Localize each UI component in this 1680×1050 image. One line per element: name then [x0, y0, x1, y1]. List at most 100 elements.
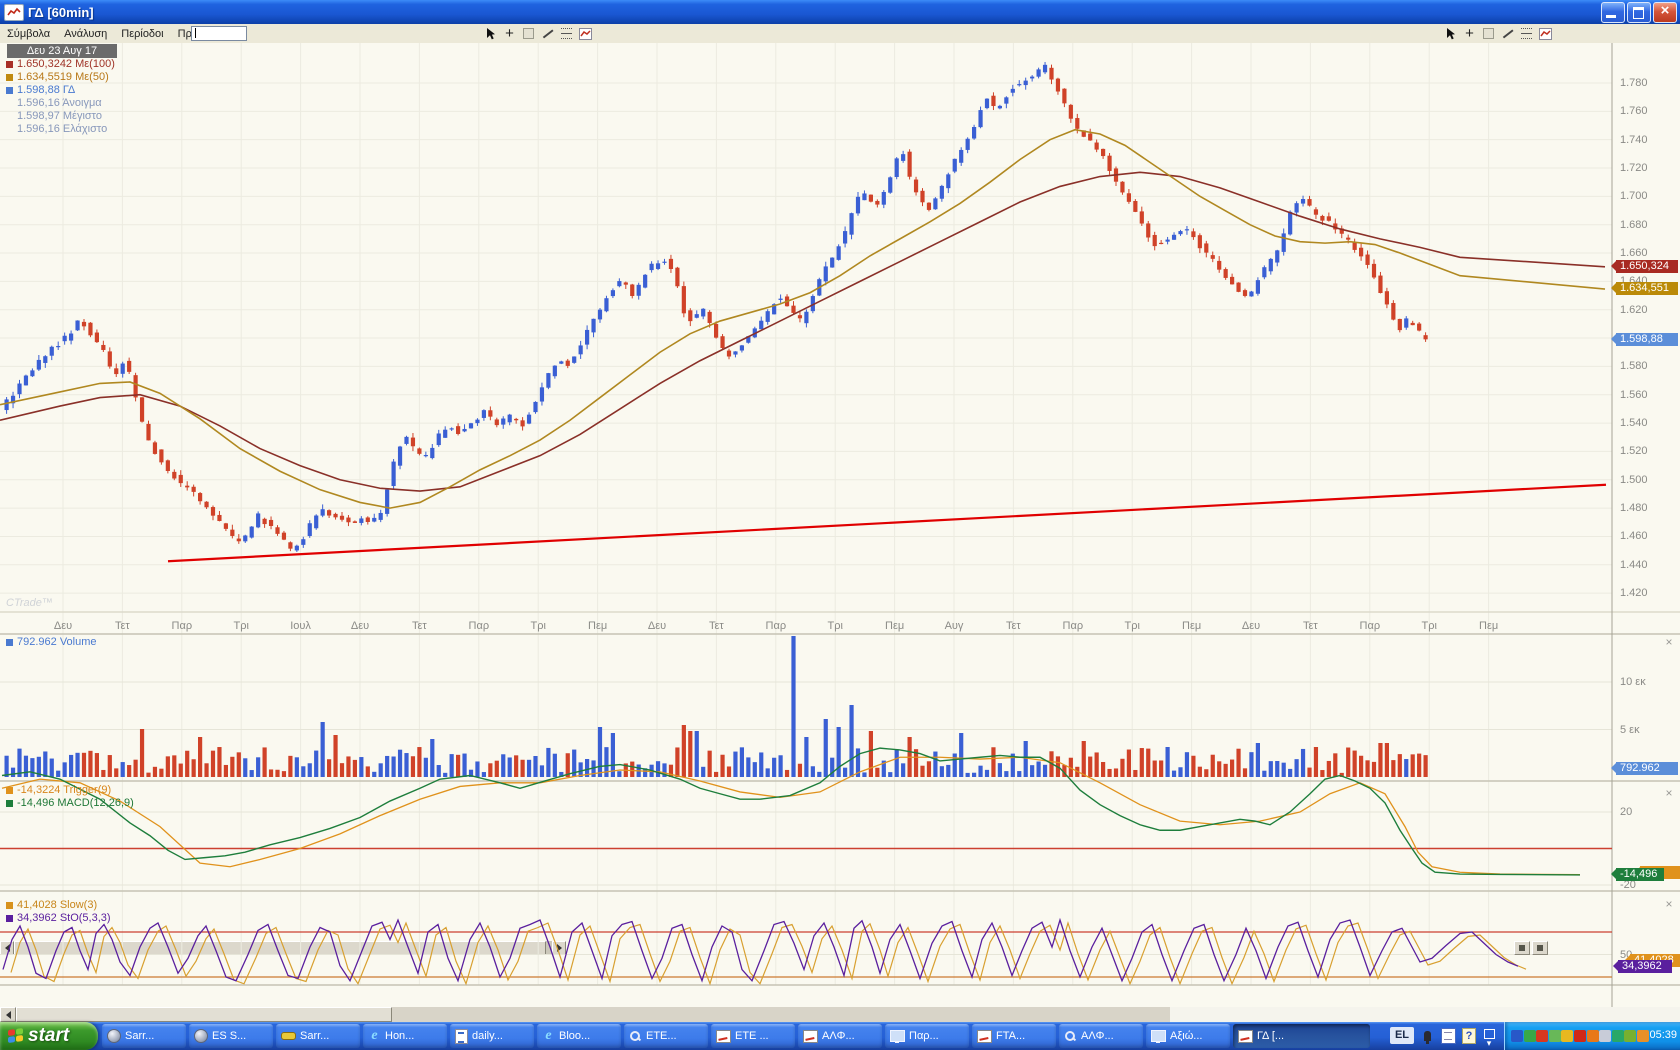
- leaf-icon[interactable]: [1624, 1030, 1636, 1042]
- pointer-icon[interactable]: [483, 26, 498, 41]
- notepad-icon[interactable]: [1440, 1027, 1456, 1044]
- scroll-right-icon[interactable]: [552, 941, 566, 955]
- symbol-input[interactable]: [191, 26, 247, 41]
- crosshair-icon[interactable]: +: [1462, 26, 1477, 41]
- task-button-Sarr[interactable]: Sarr...: [102, 1024, 186, 1048]
- task-button-[interactable]: ΕΤΕ ...: [711, 1024, 795, 1048]
- bottom-scrollbar-thumb[interactable]: [16, 1007, 392, 1022]
- legend-text: 1.634,5519 Με(50): [17, 71, 109, 83]
- price-tick: 1.760: [1620, 105, 1648, 117]
- minimize-icon[interactable]: [1601, 2, 1625, 23]
- scroll-left-icon[interactable]: [0, 1007, 16, 1022]
- x-axis-label: Τρι: [818, 620, 852, 632]
- trendline-icon[interactable]: [1500, 26, 1515, 41]
- java-icon[interactable]: [1536, 1030, 1548, 1042]
- x-axis-label: Τετ: [1293, 620, 1327, 632]
- stoch-panel-close-icon[interactable]: ×: [1663, 897, 1675, 911]
- chart-zoom-out-button[interactable]: [1514, 941, 1530, 955]
- price-tick: 1.580: [1620, 360, 1648, 372]
- task-button-ESS[interactable]: ES S...: [189, 1024, 273, 1048]
- grid-icon[interactable]: [559, 26, 574, 41]
- taskbar: start Sarr...ES S...Sarr...eHon...daily.…: [0, 1022, 1680, 1050]
- close-icon[interactable]: [1653, 2, 1677, 23]
- price-tick: 1.560: [1620, 389, 1648, 401]
- main-legend-item: 1.598,88 ΓΔ: [4, 84, 75, 96]
- menu-item-Περίοδοι[interactable]: Περίοδοι: [114, 26, 170, 42]
- legend-swatch: [6, 915, 13, 922]
- scroll-left-icon[interactable]: [0, 941, 14, 955]
- legend-indent: [6, 113, 13, 120]
- task-button-label: ETE...: [646, 1030, 677, 1042]
- legend-indent: [6, 126, 13, 133]
- trendline-icon[interactable]: [540, 26, 555, 41]
- task-button-label: Παρ...: [909, 1030, 939, 1042]
- ie-icon: e: [542, 1030, 555, 1043]
- task-button-ETE[interactable]: ETE...: [624, 1024, 708, 1048]
- task-button-daily[interactable]: daily...: [450, 1024, 534, 1048]
- bottom-scrollbar[interactable]: [0, 1007, 1680, 1022]
- box-icon[interactable]: [1481, 26, 1496, 41]
- price-tick: 1.440: [1620, 559, 1648, 571]
- x-axis-label: Τρι: [1115, 620, 1149, 632]
- app-green-icon[interactable]: [1612, 1030, 1624, 1042]
- task-button-Sarr[interactable]: Sarr...: [276, 1024, 360, 1048]
- chart-icon: [716, 1030, 731, 1043]
- task-button-[interactable]: Αξιώ...: [1146, 1024, 1230, 1048]
- grid-icon[interactable]: [1519, 26, 1534, 41]
- chart-scrollbar[interactable]: [0, 941, 566, 955]
- mail-alert-icon[interactable]: [1574, 1030, 1586, 1042]
- title-bar[interactable]: ΓΔ [60min]: [0, 0, 1680, 24]
- monitor-icon: [890, 1030, 905, 1042]
- chart-style-icon[interactable]: [578, 26, 593, 41]
- start-button[interactable]: start: [0, 1022, 98, 1050]
- menu-item-Ανάλυση[interactable]: Ανάλυση: [57, 26, 114, 42]
- language-indicator[interactable]: EL: [1390, 1027, 1414, 1044]
- task-button-FTA[interactable]: FTA...: [972, 1024, 1056, 1048]
- speaker-icon[interactable]: [1599, 1030, 1611, 1042]
- task-button-Hon[interactable]: eHon...: [363, 1024, 447, 1048]
- price-tick: 1.660: [1620, 247, 1648, 259]
- x-axis-label: Πεμ: [1472, 620, 1506, 632]
- task-button-[interactable]: Παρ...: [885, 1024, 969, 1048]
- network-icon[interactable]: [1511, 1030, 1523, 1042]
- price-tick: 1.680: [1620, 219, 1648, 231]
- restore-icon[interactable]: [1627, 2, 1651, 23]
- x-axis-label: Ιουλ: [284, 620, 318, 632]
- alert-icon[interactable]: [1587, 1030, 1599, 1042]
- microphone-icon[interactable]: [1419, 1027, 1435, 1044]
- chart-scrollbar-thumb[interactable]: [14, 941, 546, 955]
- window-title: ΓΔ [60min]: [28, 5, 94, 20]
- chart-style-icon[interactable]: [1538, 26, 1553, 41]
- messenger-icon[interactable]: [1524, 1030, 1536, 1042]
- macd-panel-close-icon[interactable]: ×: [1663, 786, 1675, 800]
- legend-swatch: [6, 74, 13, 81]
- x-axis-label: Πεμ: [878, 620, 912, 632]
- shield-warning-icon[interactable]: [1561, 1030, 1573, 1042]
- task-button-[interactable]: ΑΛΦ...: [798, 1024, 882, 1048]
- legend-text: 792.962 Volume: [17, 636, 97, 648]
- macd-tick: 20: [1620, 806, 1632, 818]
- clock[interactable]: 05:39: [1649, 1029, 1677, 1041]
- x-axis-label: Παρ: [759, 620, 793, 632]
- usb-icon[interactable]: [1549, 1030, 1561, 1042]
- price-tick: 1.460: [1620, 530, 1648, 542]
- app-chart-icon: [4, 4, 24, 21]
- pointer-icon[interactable]: [1443, 26, 1458, 41]
- volume-panel-close-icon[interactable]: ×: [1663, 635, 1675, 649]
- task-button-[interactable]: ΓΔ [...: [1233, 1024, 1370, 1048]
- calculator-icon[interactable]: [1637, 1030, 1649, 1042]
- legend-text: 34,3962 StO(5,3,3): [17, 912, 111, 924]
- chart-zoom-in-button[interactable]: [1532, 941, 1548, 955]
- chart-area[interactable]: [0, 43, 1680, 1007]
- langbar-options-icon[interactable]: ▾: [1481, 1035, 1497, 1050]
- menu-item-Σύμβολα[interactable]: Σύμβολα: [0, 26, 57, 42]
- box-icon[interactable]: [521, 26, 536, 41]
- crosshair-icon[interactable]: +: [502, 26, 517, 41]
- help-icon[interactable]: ?: [1461, 1027, 1477, 1044]
- task-button-[interactable]: ΑΛΦ...: [1059, 1024, 1143, 1048]
- task-button-Bloo[interactable]: eBloo...: [537, 1024, 621, 1048]
- x-axis-label: Δευ: [640, 620, 674, 632]
- price-tick: 1.420: [1620, 587, 1648, 599]
- chart-icon: [977, 1030, 992, 1043]
- main-legend-item: 1.598,97 Μέγιστο: [4, 110, 102, 122]
